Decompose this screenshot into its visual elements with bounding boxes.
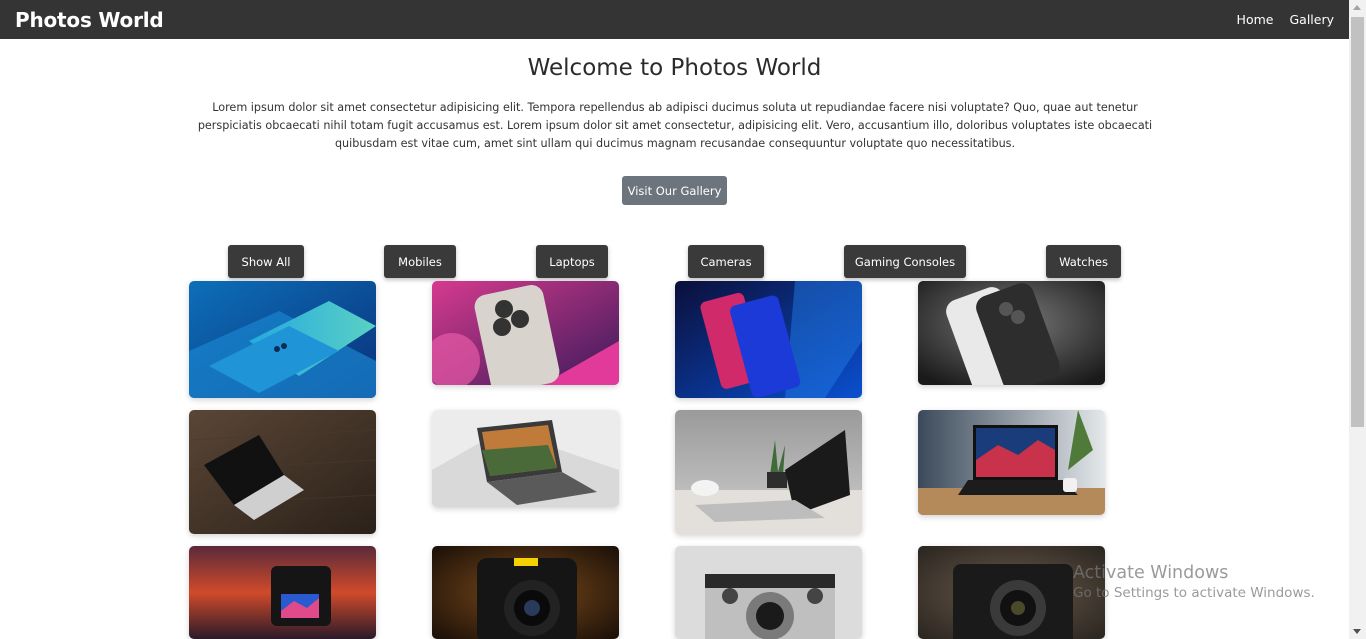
visit-gallery-button[interactable]: Visit Our Gallery: [622, 176, 727, 205]
gallery-photo-mobile-3[interactable]: [675, 281, 862, 398]
gallery-photo-laptop-1[interactable]: [189, 410, 376, 534]
nav-links: Home Gallery: [1237, 12, 1334, 27]
gallery-photo-mobile-1[interactable]: [189, 281, 376, 398]
scroll-down-arrow-icon[interactable]: [1353, 629, 1361, 634]
filter-laptops-button[interactable]: Laptops: [536, 245, 608, 278]
nav-link-home[interactable]: Home: [1237, 12, 1274, 27]
filter-show-all-button[interactable]: Show All: [228, 245, 304, 278]
windows-activation-watermark: Activate Windows Go to Settings to activ…: [1073, 563, 1315, 601]
brand-logo[interactable]: Photos World: [15, 8, 164, 32]
navbar: Photos World Home Gallery: [0, 0, 1349, 39]
gallery-photo-mobile-4[interactable]: [918, 281, 1105, 385]
gallery-photo-camera-3[interactable]: [675, 546, 862, 639]
watermark-title: Activate Windows: [1073, 563, 1229, 583]
gallery-photo-camera-2[interactable]: [432, 546, 619, 639]
gallery-photo-laptop-4[interactable]: [918, 410, 1105, 515]
watermark-subtitle: Go to Settings to activate Windows.: [1073, 585, 1315, 601]
filter-gaming-consoles-button[interactable]: Gaming Consoles: [844, 245, 966, 278]
filter-watches-button[interactable]: Watches: [1046, 245, 1121, 278]
scroll-up-arrow-icon[interactable]: [1353, 5, 1361, 10]
gallery-photo-laptop-2[interactable]: [432, 410, 619, 507]
page-title: Welcome to Photos World: [527, 55, 822, 81]
scroll-thumb[interactable]: [1351, 17, 1364, 427]
nav-link-gallery[interactable]: Gallery: [1289, 12, 1334, 27]
filter-mobiles-button[interactable]: Mobiles: [384, 245, 456, 278]
page-scrollbar[interactable]: [1349, 0, 1366, 639]
gallery-photo-mobile-2[interactable]: [432, 281, 619, 385]
gallery-photo-laptop-3[interactable]: [675, 410, 862, 534]
hero-description: Lorem ipsum dolor sit amet consectetur a…: [197, 101, 1153, 150]
filter-cameras-button[interactable]: Cameras: [688, 245, 764, 278]
gallery-photo-camera-1[interactable]: [189, 546, 376, 639]
